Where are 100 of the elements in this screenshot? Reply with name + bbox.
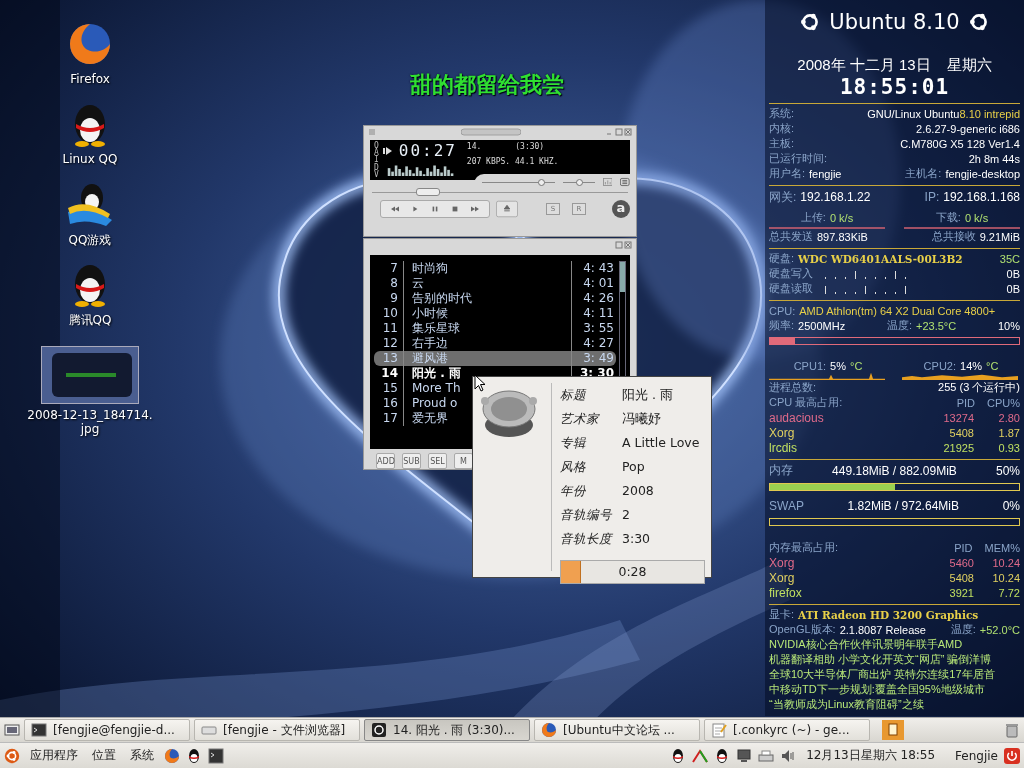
info-value: 897.83KiB: [817, 230, 868, 243]
info-label: OpenGL版本:: [769, 622, 836, 637]
printer-icon[interactable]: [758, 747, 775, 764]
news-headline[interactable]: 全球10大半导体厂商出炉 英特尔连续17年居首: [769, 667, 1020, 682]
news-headline[interactable]: “当教师成为Linux教育阻碍”之续: [769, 697, 1020, 712]
logo-icon: a: [612, 200, 630, 218]
info-label: 内存: [769, 462, 793, 479]
info-label: 下载:: [935, 210, 961, 225]
playlist-button[interactable]: SUB: [402, 453, 421, 469]
next-icon[interactable]: [471, 206, 479, 212]
process-name: firefox: [769, 585, 802, 600]
field-label: 艺术家: [560, 411, 601, 428]
info-value: 2500MHz: [798, 319, 846, 332]
weekday-text: 星期六: [946, 56, 992, 75]
terminal-icon: [31, 722, 47, 738]
close-icon[interactable]: [624, 241, 632, 249]
track-number: 14.: [466, 142, 482, 151]
playlist-row[interactable]: 13 避风港 3: 49: [374, 350, 616, 366]
info-label: 网关:: [769, 188, 797, 206]
process-id: 5408: [949, 571, 974, 584]
taskbar-button[interactable]: 14. 阳光 . 雨 (3:30)...: [364, 719, 530, 741]
clutterbar-letter[interactable]: D: [374, 163, 379, 171]
info-value: ATI Radeon HD 3200 Graphics: [798, 608, 979, 621]
power-icon[interactable]: [1004, 747, 1020, 764]
taskbar-button[interactable]: [Ubuntu中文论坛 ...: [534, 719, 700, 741]
icon-label[interactable]: 2008-12-13_184714.jpg: [20, 408, 160, 436]
process-usage: 2.80: [997, 411, 1020, 424]
monitor-icon[interactable]: [736, 747, 753, 764]
playlist-row[interactable]: 7 时尚狗 4: 43: [374, 260, 616, 276]
column-header: PID: [956, 396, 975, 409]
clutterbar-letter[interactable]: V: [374, 170, 379, 178]
show-desktop-icon[interactable]: [4, 722, 20, 738]
taskbar-button[interactable]: [.conkyrc (~) - ge...: [704, 719, 870, 741]
info-label: CPU1:: [793, 359, 827, 372]
panel-menu[interactable]: 应用程序: [26, 747, 82, 764]
penguin-icon[interactable]: [186, 747, 202, 764]
playlist-row[interactable]: 10 小时候 4: 11: [374, 305, 616, 321]
playlist-icon[interactable]: [620, 177, 630, 187]
info-label: 硬盘:: [769, 251, 795, 266]
info-value: 255 (3 个运行中): [938, 380, 1020, 395]
info-value: 449.18MiB / 882.09MiB: [832, 463, 957, 478]
playlist-row[interactable]: 11 集乐星球 3: 55: [374, 320, 616, 336]
playlist-row[interactable]: 12 右手边 4: 27: [374, 335, 616, 351]
eject-icon[interactable]: [496, 200, 518, 218]
stop-icon[interactable]: [451, 206, 459, 212]
user-switcher[interactable]: Fengjie: [955, 748, 998, 763]
progress-text: 0:28: [617, 563, 648, 581]
elapsed-time[interactable]: 00:27: [398, 142, 457, 160]
process-usage: 0.93: [997, 441, 1020, 454]
info-label: 已运行时间:: [769, 151, 828, 166]
info-label: 内核:: [769, 121, 795, 136]
icon-label[interactable]: Linux QQ: [20, 152, 160, 166]
info-label: 进程总数:: [769, 380, 817, 395]
playlist-row[interactable]: 8 云 4: 01: [374, 275, 616, 291]
info-label: 上传:: [800, 210, 826, 225]
info-value: 2.6.27-9-generic i686: [916, 122, 1020, 135]
playlist-button[interactable]: ADD: [376, 453, 395, 469]
play-icon: [382, 146, 393, 156]
info-label: 总共发送: [769, 229, 813, 244]
process-name: Xorg: [769, 425, 795, 440]
terminal-icon[interactable]: [208, 747, 224, 764]
pause-icon[interactable]: [431, 206, 439, 212]
field-label: 标题: [560, 387, 588, 404]
taskbar-button[interactable]: [fengjie - 文件浏览器]: [194, 719, 360, 741]
date-text: 2008年 十二月 13日: [797, 56, 931, 75]
field-value: 2: [622, 507, 631, 524]
playlist-row[interactable]: 9 告别的时代 4: 26: [374, 290, 616, 306]
news-headline[interactable]: 机器翻译相助 小学文化开英文“网店” 骗倒洋博: [769, 652, 1020, 667]
news-headline[interactable]: 中移动TD下一步规划:覆盖全国95%地级城市: [769, 682, 1020, 697]
info-value: fengjie-desktop: [945, 167, 1020, 180]
playlist-button[interactable]: SEL: [428, 453, 447, 469]
lyric-text: 甜的都留给我尝: [410, 71, 564, 99]
play-icon[interactable]: [411, 206, 419, 212]
icon-label[interactable]: Firefox: [20, 72, 160, 86]
info-value: C.M780G X5 128 Ver1.4: [900, 137, 1020, 150]
ubuntu-logo-icon[interactable]: [4, 747, 20, 764]
clutterbar-letter[interactable]: I: [374, 156, 379, 164]
panel-clock[interactable]: 12月13日星期六 18:55: [806, 747, 936, 764]
trash-icon[interactable]: [1004, 722, 1020, 738]
ubuntu-logo-icon: [967, 11, 990, 33]
process-id: 3921: [949, 586, 974, 599]
panel-menu[interactable]: 系统: [126, 747, 158, 764]
icon-label[interactable]: QQ游戏: [20, 232, 160, 249]
icon-label[interactable]: 腾讯QQ: [20, 312, 160, 329]
process-usage: 10.24: [991, 556, 1020, 569]
clutterbar-letter[interactable]: O: [374, 142, 379, 150]
globe-icon[interactable]: [164, 747, 180, 764]
field-value: 冯曦妤: [622, 411, 662, 428]
notes-icon[interactable]: [882, 720, 904, 740]
taskbar-button[interactable]: [fengjie@fengjie-d...: [24, 719, 190, 741]
clutterbar-letter[interactable]: A: [374, 149, 379, 157]
news-headline[interactable]: NVIDIA核心合作伙伴讯景明年联手AMD: [769, 637, 1020, 652]
network-arrow-icon[interactable]: [692, 747, 709, 764]
close-icon[interactable]: [624, 128, 632, 136]
previous-icon[interactable]: [391, 206, 399, 212]
field-label: 音轨编号: [560, 507, 613, 524]
process-name: lrcdis: [769, 440, 797, 455]
panel-menu[interactable]: 位置: [88, 747, 120, 764]
info-label: 内存最高占用:: [769, 540, 839, 555]
info-value: 5%: [830, 359, 846, 372]
